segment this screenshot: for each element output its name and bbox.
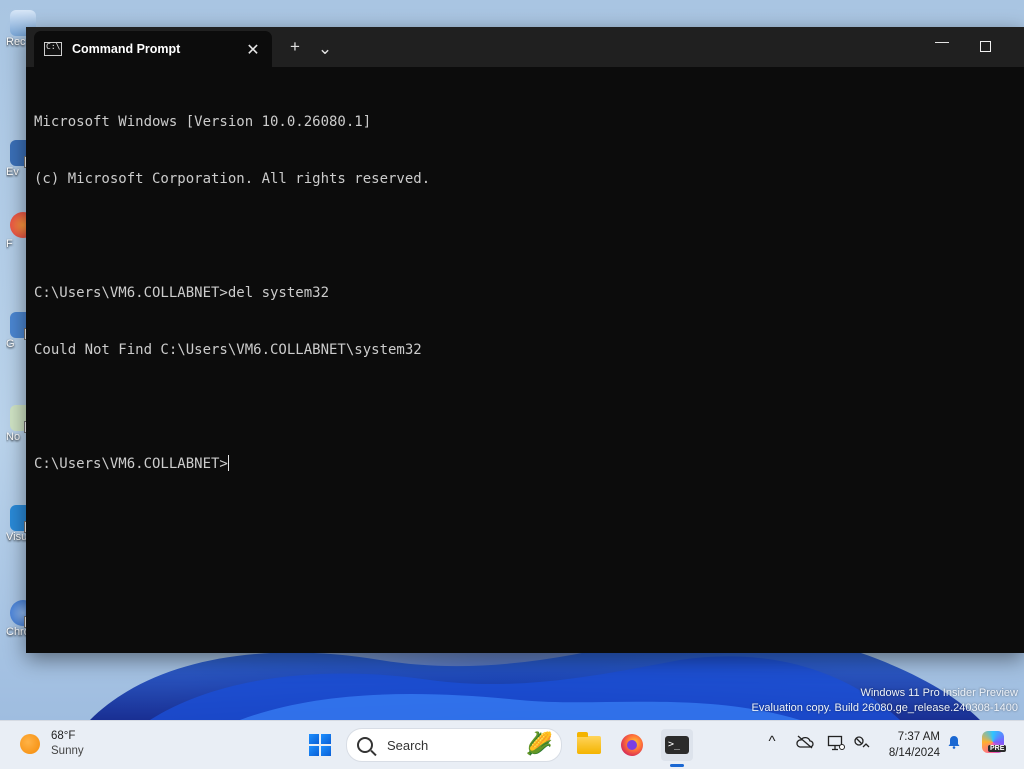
display-icon[interactable] [826,735,846,755]
windows-logo-tile [321,734,331,744]
console-prompt: C:\Users\VM6.COLLABNET> [34,456,228,472]
windows-logo-tile [309,734,319,744]
show-hidden-icons-chevron-icon[interactable]: ^ [762,733,782,750]
terminal-window[interactable]: C:\ Command Prompt ✕ + ⌄ — Microsoft Win… [26,27,1024,653]
taskbar-clock[interactable]: 7:37 AM 8/14/2024 [880,729,940,761]
clock-date: 8/14/2024 [888,747,940,759]
console-line: Could Not Find C:\Users\VM6.COLLABNET\sy… [34,342,422,358]
search-highlight-icon: 🌽 [525,731,553,756]
title-bar[interactable]: C:\ Command Prompt ✕ + ⌄ — [26,27,1024,67]
console-line: Microsoft Windows [Version 10.0.26080.1] [34,114,372,130]
console-line: (c) Microsoft Corporation. All rights re… [34,171,431,187]
windows-logo-tile [321,746,331,756]
taskbar: 68°F Sunny Search 🌽 >_ ^ 7:37 AM 8/14/20… [0,720,1024,769]
command-prompt-icon: C:\ [44,42,62,56]
tab-command-prompt[interactable]: C:\ Command Prompt ✕ [34,31,272,67]
console-prompt-line[interactable]: C:\Users\VM6.COLLABNET> [34,455,1016,474]
clock-time: 7:37 AM [897,731,940,743]
weather-temperature: 68°F [51,730,76,742]
taskbar-app-terminal[interactable]: >_ [661,729,693,761]
start-button[interactable] [309,734,331,756]
firefox-icon [621,734,643,756]
chevron-down-icon[interactable]: ⌄ [313,39,337,59]
network-icon[interactable] [852,735,872,755]
search-icon [357,737,373,753]
console-output[interactable]: Microsoft Windows [Version 10.0.26080.1]… [26,67,1024,520]
windows-logo-tile [309,746,319,756]
copilot-preview-badge: PRE [988,745,1007,752]
os-watermark: Windows 11 Pro Insider Preview Evaluatio… [752,686,1018,716]
sun-icon [20,734,40,754]
command-prompt-icon-text: C:\ [46,42,61,51]
close-tab-icon[interactable]: ✕ [244,40,262,60]
minimize-button[interactable]: — [932,33,952,49]
watermark-line-1: Windows 11 Pro Insider Preview [860,687,1018,699]
notification-bell-icon[interactable] [947,735,961,749]
watermark-line-2: Evaluation copy. Build 26080.ge_release.… [751,702,1018,714]
weather-text: 68°F Sunny [51,729,84,759]
folder-icon [577,732,601,754]
weather-description: Sunny [51,745,84,757]
taskbar-search-box[interactable]: Search 🌽 [346,728,562,762]
terminal-icon: >_ [665,736,689,754]
weather-widget[interactable]: 68°F Sunny [20,729,84,759]
search-placeholder: Search [387,737,429,753]
tab-title: Command Prompt [72,42,181,56]
cloud-offline-icon[interactable] [795,735,815,753]
maximize-button[interactable] [980,41,991,52]
console-line: C:\Users\VM6.COLLABNET>del system32 [34,285,330,301]
new-tab-button[interactable]: + [283,37,307,57]
taskbar-app-firefox[interactable] [616,729,648,761]
taskbar-app-file-explorer[interactable] [573,729,605,761]
text-cursor [227,455,229,471]
active-app-indicator [670,764,684,767]
